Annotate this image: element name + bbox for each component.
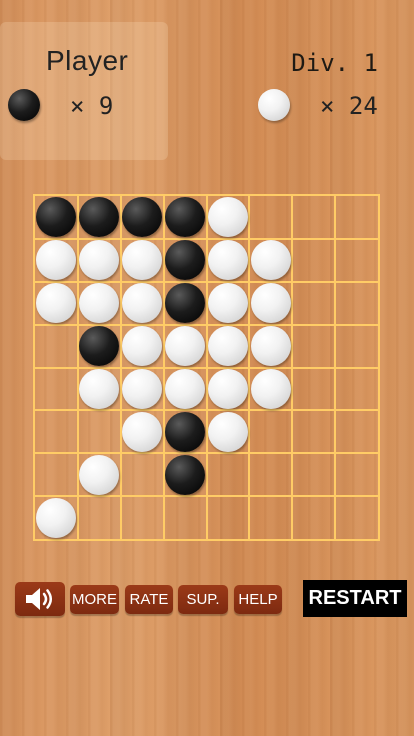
more-button[interactable]: MORE: [70, 585, 119, 614]
white-stone: [79, 454, 120, 495]
white-stone: [250, 326, 291, 367]
white-stone: [79, 283, 120, 324]
white-stone: [122, 411, 163, 452]
white-stone: [207, 240, 248, 281]
grid-line-vertical: [334, 196, 337, 539]
white-stone: [122, 240, 163, 281]
white-stone: [250, 240, 291, 281]
sound-toggle-button[interactable]: [15, 582, 65, 616]
white-stone: [79, 240, 120, 281]
white-stone: [36, 497, 77, 538]
black-stone: [79, 326, 120, 367]
rate-button[interactable]: RATE: [125, 585, 173, 614]
black-stone: [122, 197, 163, 238]
grid-line-horizontal: [35, 452, 378, 455]
black-stone: [36, 197, 77, 238]
help-button[interactable]: HELP: [234, 585, 282, 614]
white-stone: [250, 368, 291, 409]
white-stone: [79, 368, 120, 409]
support-button[interactable]: SUP.: [178, 585, 228, 614]
grid-line-vertical: [291, 196, 294, 539]
white-stone: [207, 326, 248, 367]
white-stone-icon: [258, 89, 290, 121]
white-stone: [165, 326, 206, 367]
black-stone: [165, 454, 206, 495]
white-stone: [36, 283, 77, 324]
white-stone-count: × 24: [320, 92, 378, 120]
black-stone: [165, 197, 206, 238]
restart-button[interactable]: RESTART: [303, 580, 407, 617]
white-stone: [207, 197, 248, 238]
black-stone: [165, 240, 206, 281]
grid-line-vertical: [248, 196, 251, 539]
grid-line-horizontal: [35, 495, 378, 498]
game-board[interactable]: [33, 194, 380, 541]
white-stone: [250, 283, 291, 324]
white-stone: [207, 368, 248, 409]
division-label: Div. 1: [291, 49, 378, 77]
player-label: Player: [46, 45, 129, 76]
black-stone-count: × 9: [70, 92, 114, 120]
speaker-icon: [26, 588, 52, 610]
white-stone: [165, 368, 206, 409]
white-stone: [122, 326, 163, 367]
white-stone: [36, 240, 77, 281]
white-stone: [207, 411, 248, 452]
grid-line-horizontal: [35, 366, 378, 369]
white-stone: [122, 283, 163, 324]
black-stone: [165, 411, 206, 452]
black-stone: [79, 197, 120, 238]
grid-line-horizontal: [35, 409, 378, 412]
black-stone-icon: [8, 89, 40, 121]
white-stone: [122, 368, 163, 409]
white-stone: [207, 283, 248, 324]
black-stone: [165, 283, 206, 324]
